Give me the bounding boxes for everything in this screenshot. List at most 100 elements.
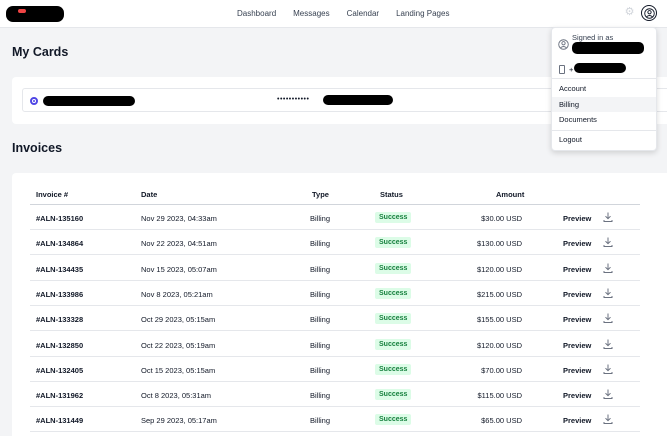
nav-dashboard[interactable]: Dashboard [237, 9, 276, 18]
download-icon[interactable] [602, 338, 614, 350]
invoice-type: Billing [310, 365, 331, 375]
invoice-date: Nov 15 2023, 05:07am [141, 264, 217, 274]
top-navbar: Dashboard Messages Calendar Landing Page… [0, 0, 667, 28]
invoice-type: Billing [310, 289, 331, 299]
nav-landing-pages[interactable]: Landing Pages [396, 9, 449, 18]
invoice-date: Sep 29 2023, 05:17am [141, 416, 217, 426]
col-status: Status [380, 190, 403, 199]
status-badge: Success [375, 414, 412, 426]
download-icon[interactable] [602, 388, 614, 400]
invoice-date: Oct 22 2023, 05:19am [141, 340, 216, 350]
user-circle-icon [643, 7, 655, 19]
invoice-date: Oct 15 2023, 05:15am [141, 365, 216, 375]
invoice-date: Nov 22 2023, 04:51am [141, 239, 217, 249]
invoice-amount: $130.00 USD [476, 239, 522, 249]
invoice-number: #ALN-134864 [36, 239, 84, 249]
dropdown-divider [552, 130, 656, 131]
invoice-number: #ALN-131449 [36, 416, 84, 426]
invoice-amount: $70.00 USD [481, 365, 522, 375]
main-nav: Dashboard Messages Calendar Landing Page… [237, 9, 449, 18]
preview-link[interactable]: Preview [563, 290, 591, 299]
nav-messages[interactable]: Messages [293, 9, 329, 18]
status-badge: Success [375, 313, 412, 325]
phone-prefix: + [569, 65, 574, 74]
invoice-type: Billing [310, 264, 331, 274]
menu-item-documents[interactable]: Documents [552, 112, 656, 127]
invoice-amount: $120.00 USD [476, 340, 522, 350]
invoice-number: #ALN-132405 [36, 365, 84, 375]
invoices-title: Invoices [12, 141, 63, 155]
user-circle-icon [558, 39, 569, 50]
card-number-redacted [323, 95, 393, 105]
invoice-number: #ALN-134435 [36, 264, 84, 274]
table-row: #ALN-134864 Nov 22 2023, 04:51am Billing Su… [30, 230, 640, 256]
avatar-button[interactable] [641, 5, 657, 21]
status-badge: Success [375, 363, 412, 375]
nav-calendar[interactable]: Calendar [347, 9, 379, 18]
invoices-table-header: Invoice # Date Type Status Amount [0, 183, 667, 205]
status-badge: Success [375, 338, 412, 350]
preview-link[interactable]: Preview [563, 416, 591, 425]
table-row: #ALN-133328 Oct 29 2023, 05:15am Billing Su… [30, 306, 640, 332]
invoice-number: #ALN-133328 [36, 315, 84, 325]
invoice-type: Billing [310, 340, 331, 350]
invoice-amount: $65.00 USD [481, 416, 522, 426]
cardholder-redacted [43, 96, 135, 106]
invoice-amount: $115.00 USD [477, 391, 522, 401]
col-amount: Amount [496, 190, 525, 199]
col-invoice: Invoice # [36, 190, 69, 199]
table-row: #ALN-135160 Nov 29 2023, 04:33am Billing Su… [30, 205, 640, 230]
menu-item-billing[interactable]: Billing [552, 97, 656, 112]
invoice-amount: $215.00 USD [476, 289, 522, 299]
download-icon[interactable] [602, 363, 614, 375]
download-icon[interactable] [602, 312, 614, 324]
logo-redacted[interactable] [6, 6, 64, 22]
col-date: Date [141, 190, 158, 199]
preview-link[interactable]: Preview [563, 366, 591, 375]
dropdown-divider [552, 78, 656, 79]
table-row: #ALN-131962 Oct 8 2023, 05:31am Billing Suc… [30, 382, 640, 408]
signed-in-label: Signed in as [572, 33, 614, 42]
invoice-number: #ALN-132850 [36, 340, 84, 350]
table-row: #ALN-131449 Sep 29 2023, 05:17am Billing Su… [30, 407, 640, 433]
download-icon[interactable] [602, 236, 614, 248]
table-row: #ALN-132405 Oct 15 2023, 05:15am Billing Su… [30, 357, 640, 382]
invoice-date: Nov 29 2023, 04:33am [141, 214, 217, 223]
preview-link[interactable]: Preview [563, 239, 591, 248]
download-icon[interactable] [602, 413, 614, 425]
invoice-type: Billing [310, 315, 331, 325]
preview-link[interactable]: Preview [563, 214, 591, 223]
email-redacted [572, 42, 644, 54]
preview-link[interactable]: Preview [563, 391, 591, 400]
menu-item-account[interactable]: Account [552, 81, 656, 96]
invoice-number: #ALN-133986 [36, 289, 84, 299]
invoice-amount: $120.00 USD [476, 264, 522, 274]
card-number-mask: ••••••••••• [277, 96, 310, 103]
status-badge: Success [375, 287, 412, 299]
gear-icon[interactable]: ⚙ [624, 7, 635, 18]
col-type: Type [312, 190, 329, 199]
download-icon[interactable] [602, 262, 614, 274]
preview-link[interactable]: Preview [563, 341, 591, 350]
user-dropdown-menu: Signed in as + Account Billing Documents… [551, 27, 657, 151]
preview-link[interactable]: Preview [563, 265, 591, 274]
logo-mark [18, 9, 26, 13]
invoice-amount: $30.00 USD [481, 214, 522, 223]
invoice-number: #ALN-131962 [36, 391, 84, 401]
phone-icon [559, 65, 565, 74]
menu-item-logout[interactable]: Logout [552, 132, 656, 147]
status-badge: Success [375, 212, 412, 223]
invoice-amount: $155.00 USD [476, 315, 522, 325]
preview-link[interactable]: Preview [563, 315, 591, 324]
invoice-type: Billing [310, 239, 331, 249]
invoice-type: Billing [310, 416, 331, 426]
download-icon[interactable] [602, 287, 614, 299]
download-icon[interactable] [602, 211, 614, 223]
invoice-number: #ALN-135160 [36, 214, 84, 223]
invoice-date: Nov 8 2023, 05:21am [141, 289, 213, 299]
card-radio[interactable] [30, 97, 38, 105]
status-badge: Success [375, 262, 412, 274]
invoice-type: Billing [310, 214, 331, 223]
status-badge: Success [375, 237, 412, 249]
phone-redacted [574, 63, 626, 73]
